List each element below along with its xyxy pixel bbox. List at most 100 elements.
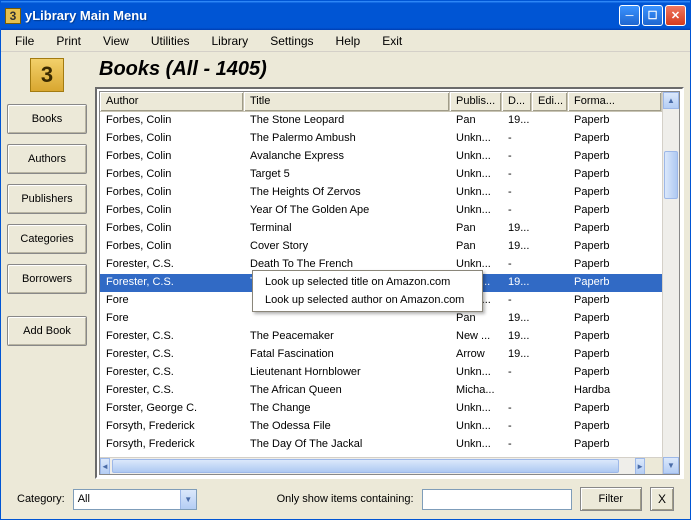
cell-pub: Pan: [450, 112, 502, 130]
cell-date: [502, 382, 532, 400]
cell-fmt: Paperb: [568, 418, 662, 436]
cell-author: Forbes, Colin: [100, 130, 244, 148]
titlebar[interactable]: 3 yLibrary Main Menu ─ ☐ ✕: [1, 1, 690, 30]
table-row[interactable]: Forester, C.S.The PeacemakerNew ...19...…: [100, 328, 662, 346]
category-label: Category:: [17, 493, 65, 505]
hscroll-thumb[interactable]: [112, 459, 619, 473]
cell-pub: Pan: [450, 310, 502, 328]
table-header: AuthorTitlePublis...D...Edi...Forma...: [100, 92, 662, 112]
cell-date: 19...: [502, 310, 532, 328]
table-row[interactable]: Forsyth, FrederickThe Day Of The JackalU…: [100, 436, 662, 454]
sidebar-button-borrowers[interactable]: Borrowers: [7, 264, 87, 294]
table-row[interactable]: Forsyth, FrederickThe Odessa FileUnkn...…: [100, 418, 662, 436]
column-header[interactable]: Publis...: [450, 92, 502, 112]
vertical-scrollbar[interactable]: ▲ ▼: [662, 92, 679, 474]
cell-date: 19...: [502, 238, 532, 256]
table-row[interactable]: ForePan19...Paperb: [100, 310, 662, 328]
cell-date: -: [502, 436, 532, 454]
table-row[interactable]: Forbes, ColinAvalanche ExpressUnkn...-Pa…: [100, 148, 662, 166]
table: AuthorTitlePublis...D...Edi...Forma... F…: [99, 91, 680, 475]
table-row[interactable]: Forbes, ColinThe Palermo AmbushUnkn...-P…: [100, 130, 662, 148]
maximize-button[interactable]: ☐: [642, 5, 663, 26]
column-header[interactable]: D...: [502, 92, 532, 112]
table-row[interactable]: Forbes, ColinYear Of The Golden ApeUnkn.…: [100, 202, 662, 220]
cell-date: -: [502, 256, 532, 274]
filter-input[interactable]: [422, 489, 572, 510]
menu-print[interactable]: Print: [46, 32, 91, 50]
menu-utilities[interactable]: Utilities: [141, 32, 200, 50]
minimize-button[interactable]: ─: [619, 5, 640, 26]
table-row[interactable]: Forbes, ColinCover StoryPan19...Paperb: [100, 238, 662, 256]
menu-view[interactable]: View: [93, 32, 139, 50]
menu-library[interactable]: Library: [202, 32, 259, 50]
table-row[interactable]: Forbes, ColinTarget 5Unkn...-Paperb: [100, 166, 662, 184]
cell-date: -: [502, 184, 532, 202]
scroll-right-button[interactable]: ►: [635, 458, 645, 474]
cell-author: Forester, C.S.: [100, 256, 244, 274]
cell-author: Fore: [100, 310, 244, 328]
context-menu-item[interactable]: Look up selected title on Amazon.com: [255, 273, 480, 291]
cell-edi: [532, 130, 568, 148]
menu-settings[interactable]: Settings: [260, 32, 323, 50]
menu-exit[interactable]: Exit: [372, 32, 412, 50]
cell-edi: [532, 292, 568, 310]
cell-pub: Arrow: [450, 346, 502, 364]
table-row[interactable]: Forster, George C.The ChangeUnkn...-Pape…: [100, 400, 662, 418]
cell-edi: [532, 220, 568, 238]
table-row[interactable]: Forbes, ColinThe Heights Of ZervosUnkn..…: [100, 184, 662, 202]
clear-filter-button[interactable]: X: [650, 487, 674, 511]
sidebar-button-publishers[interactable]: Publishers: [7, 184, 87, 214]
cell-title: The Change: [244, 400, 450, 418]
cell-fmt: Paperb: [568, 292, 662, 310]
column-header[interactable]: Title: [244, 92, 450, 112]
scroll-down-button[interactable]: ▼: [663, 457, 679, 474]
vscroll-thumb[interactable]: [664, 151, 678, 199]
menu-help[interactable]: Help: [326, 32, 371, 50]
category-select[interactable]: All ▼: [73, 489, 197, 510]
context-menu-item[interactable]: Look up selected author on Amazon.com: [255, 291, 480, 309]
cell-date: -: [502, 418, 532, 436]
scroll-up-button[interactable]: ▲: [663, 92, 679, 109]
cell-fmt: Paperb: [568, 346, 662, 364]
table-row[interactable]: Forbes, ColinThe Stone LeopardPan19...Pa…: [100, 112, 662, 130]
close-button[interactable]: ✕: [665, 5, 686, 26]
column-header[interactable]: Author: [100, 92, 244, 112]
cell-edi: [532, 148, 568, 166]
cell-title: Fatal Fascination: [244, 346, 450, 364]
table-row[interactable]: Forester, C.S.Lieutenant HornblowerUnkn.…: [100, 364, 662, 382]
cell-pub: Unkn...: [450, 202, 502, 220]
table-row[interactable]: Forester, C.S.The African QueenMicha...H…: [100, 382, 662, 400]
scroll-left-button[interactable]: ◄: [100, 458, 110, 474]
cell-date: 19...: [502, 274, 532, 292]
cell-edi: [532, 256, 568, 274]
chevron-down-icon[interactable]: ▼: [180, 490, 196, 509]
cell-date: 19...: [502, 328, 532, 346]
app-window: 3 yLibrary Main Menu ─ ☐ ✕ FilePrintView…: [0, 0, 691, 520]
menubar: FilePrintViewUtilitiesLibrarySettingsHel…: [1, 30, 690, 52]
cell-edi: [532, 382, 568, 400]
filter-button[interactable]: Filter: [580, 487, 642, 511]
window-title: yLibrary Main Menu: [25, 8, 619, 23]
horizontal-scrollbar[interactable]: ◄ ►: [100, 457, 662, 474]
cell-title: Avalanche Express: [244, 148, 450, 166]
table-row[interactable]: Forbes, ColinTerminalPan19...Paperb: [100, 220, 662, 238]
cell-author: Forester, C.S.: [100, 328, 244, 346]
cell-author: Forbes, Colin: [100, 148, 244, 166]
cell-edi: [532, 112, 568, 130]
cell-title: The African Queen: [244, 382, 450, 400]
sidebar-button-books[interactable]: Books: [7, 104, 87, 134]
menu-file[interactable]: File: [5, 32, 44, 50]
cell-pub: New ...: [450, 328, 502, 346]
column-header[interactable]: Edi...: [532, 92, 568, 112]
sidebar-button-authors[interactable]: Authors: [7, 144, 87, 174]
sidebar-button-categories[interactable]: Categories: [7, 224, 87, 254]
column-header[interactable]: Forma...: [568, 92, 662, 112]
sidebar-button-add-book[interactable]: Add Book: [7, 316, 87, 346]
table-frame: AuthorTitlePublis...D...Edi...Forma... F…: [95, 87, 684, 479]
cell-date: -: [502, 148, 532, 166]
cell-edi: [532, 328, 568, 346]
cell-fmt: Paperb: [568, 436, 662, 454]
cell-fmt: Hardba: [568, 382, 662, 400]
cell-fmt: Paperb: [568, 184, 662, 202]
table-row[interactable]: Forester, C.S.Fatal FascinationArrow19..…: [100, 346, 662, 364]
